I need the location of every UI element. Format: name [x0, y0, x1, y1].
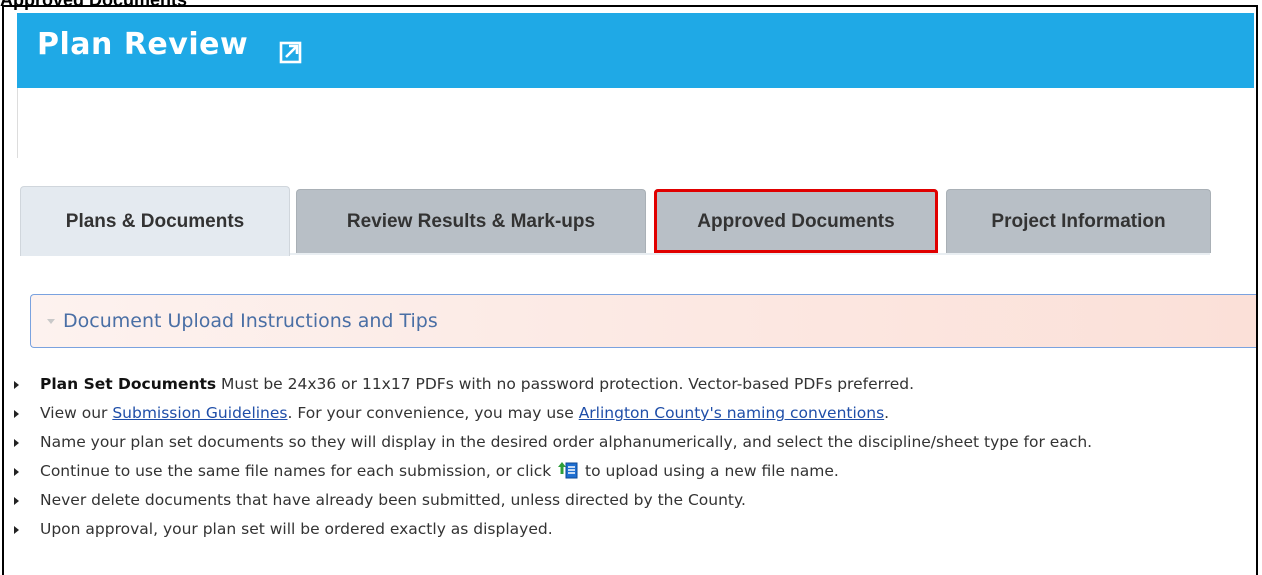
tip-bold: Plan Set Documents [40, 375, 217, 393]
list-item: Plan Set Documents Must be 24x36 or 11x1… [14, 374, 1092, 403]
bullet-icon [14, 468, 19, 476]
bullet-icon [14, 439, 19, 447]
header-bar: Plan Review [17, 13, 1254, 88]
upload-new-file-icon [558, 462, 578, 479]
tip-text: Never delete documents that have already… [40, 491, 746, 509]
tab-underline [290, 253, 1210, 255]
tab-label: Plans & Documents [65, 210, 245, 232]
tab-project-information[interactable]: Project Information [946, 189, 1211, 253]
tab-label: Project Information [991, 210, 1166, 232]
naming-conventions-link[interactable]: Arlington County's naming conventions [579, 404, 884, 422]
accordion-title: Document Upload Instructions and Tips [63, 310, 438, 332]
divider [17, 88, 18, 158]
bullet-icon [14, 410, 19, 418]
tips-list: Plan Set Documents Must be 24x36 or 11x1… [14, 374, 1092, 548]
tip-text: Continue to use the same file names for … [40, 462, 557, 480]
bullet-icon [14, 381, 19, 389]
list-item: Upon approval, your plan set will be ord… [14, 519, 1092, 548]
bullet-icon [14, 497, 19, 505]
tab-label: Approved Documents [697, 210, 895, 232]
bullet-icon [14, 526, 19, 534]
list-item: Never delete documents that have already… [14, 490, 1092, 519]
tip-text: to upload using a new file name. [580, 462, 839, 480]
tab-label: Review Results & Mark-ups [346, 210, 596, 232]
list-item: View our Submission Guidelines. For your… [14, 403, 1092, 432]
external-link-icon[interactable] [279, 40, 303, 64]
tip-text: . [884, 404, 890, 422]
list-item: Continue to use the same file names for … [14, 461, 1092, 490]
tip-text: Upon approval, your plan set will be ord… [40, 520, 553, 538]
tip-text: Name your plan set documents so they wil… [40, 433, 1093, 451]
list-item: Name your plan set documents so they wil… [14, 432, 1092, 461]
page-title: Plan Review [37, 27, 249, 62]
tip-text: Must be 24x36 or 11x17 PDFs with no pass… [216, 375, 915, 393]
tip-text: . For your convenience, you may use [287, 404, 579, 422]
tab-plans-documents[interactable]: Plans & Documents [20, 186, 290, 256]
tab-approved-documents[interactable]: Approved Documents [654, 189, 938, 253]
caret-down-icon [47, 318, 55, 324]
accordion-upload-tips[interactable]: Document Upload Instructions and Tips [30, 294, 1256, 348]
tab-review-results[interactable]: Review Results & Mark-ups [296, 189, 646, 253]
submission-guidelines-link[interactable]: Submission Guidelines [112, 404, 287, 422]
tip-text: View our [40, 404, 113, 422]
